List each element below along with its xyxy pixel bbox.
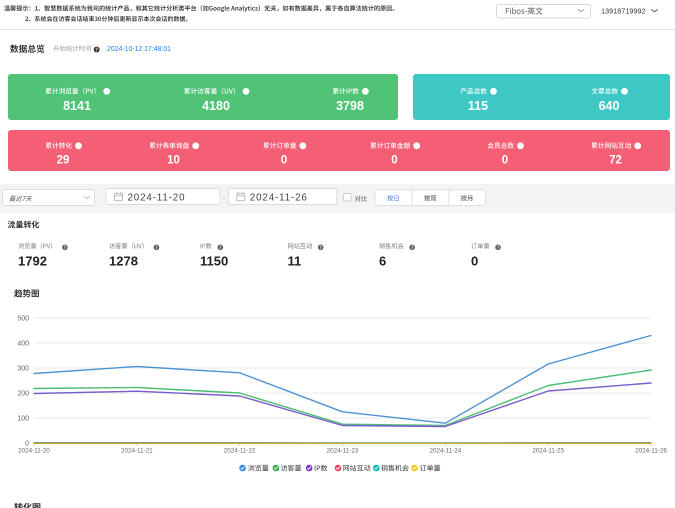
svg-text:2024-11-26: 2024-11-26 — [635, 448, 667, 455]
svg-text:300: 300 — [17, 366, 29, 373]
svg-text:400: 400 — [17, 341, 29, 348]
svg-text:500: 500 — [17, 316, 29, 323]
svg-text:11: 11 — [288, 254, 302, 269]
svg-text:100: 100 — [17, 416, 29, 423]
svg-text:4180: 4180 — [202, 99, 230, 113]
svg-text:2024-11-25: 2024-11-25 — [532, 448, 564, 455]
svg-text:2024-11-20: 2024-11-20 — [18, 448, 50, 455]
svg-text:1792: 1792 — [18, 254, 47, 269]
svg-text:3798: 3798 — [336, 99, 364, 113]
svg-text:10: 10 — [167, 155, 180, 167]
svg-text:72: 72 — [609, 155, 622, 167]
svg-text:200: 200 — [17, 391, 29, 398]
svg-text:1150: 1150 — [200, 254, 228, 269]
svg-text:29: 29 — [57, 155, 70, 167]
svg-text:2024-11-23: 2024-11-23 — [327, 448, 359, 455]
svg-text:2024-11-22: 2024-11-22 — [224, 448, 256, 455]
svg-text:2024-11-24: 2024-11-24 — [429, 448, 461, 455]
svg-text:2024-11-20: 2024-11-20 — [128, 192, 186, 203]
svg-text:0: 0 — [25, 441, 29, 448]
svg-text:0: 0 — [281, 155, 287, 167]
svg-text:2024-11-26: 2024-11-26 — [250, 192, 308, 203]
svg-text:2024-10-12 17:48:01: 2024-10-12 17:48:01 — [107, 46, 171, 53]
svg-text:2024-11-21: 2024-11-21 — [121, 448, 153, 455]
svg-text:-: - — [223, 194, 226, 203]
svg-text:115: 115 — [468, 99, 488, 113]
svg-text:0: 0 — [471, 254, 478, 269]
svg-text:0: 0 — [391, 155, 397, 167]
svg-text:0: 0 — [502, 155, 508, 167]
svg-text:1278: 1278 — [109, 254, 138, 269]
svg-text:13918719992: 13918719992 — [601, 7, 646, 16]
svg-text:8141: 8141 — [63, 99, 91, 113]
svg-text:640: 640 — [599, 99, 620, 113]
svg-text:6: 6 — [379, 254, 386, 269]
